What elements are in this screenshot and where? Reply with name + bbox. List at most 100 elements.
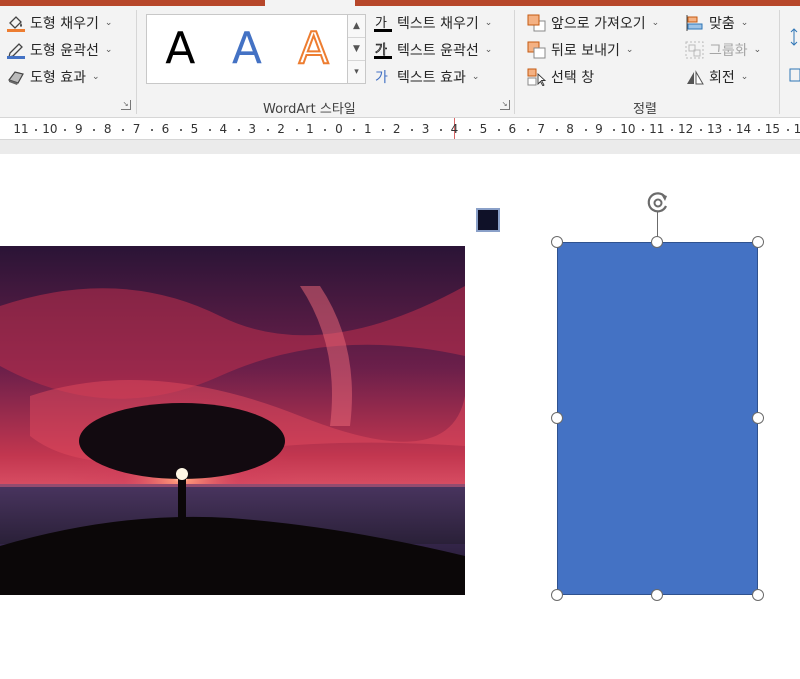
ruler-tick-mark xyxy=(526,129,529,131)
align-icon xyxy=(685,14,705,32)
shape-outline-button[interactable]: 도형 윤곽선 ⌄ xyxy=(6,39,112,61)
size-height-icon[interactable] xyxy=(788,26,800,48)
resize-handle-bottom-left[interactable] xyxy=(551,589,563,601)
shape-effects-icon xyxy=(6,68,26,86)
text-effects-icon: 가 xyxy=(373,68,393,86)
ruler-tick-mark xyxy=(93,129,96,131)
text-effects-label: 텍스트 효과 xyxy=(397,70,466,86)
rotate-icon xyxy=(685,68,705,86)
text-effects-button[interactable]: 가 텍스트 효과 ⌄ xyxy=(373,66,479,88)
selected-blue-rectangle[interactable] xyxy=(557,242,758,595)
shape-fill-button[interactable]: 도형 채우기 ⌄ xyxy=(6,12,112,34)
gallery-scroll-up-icon[interactable]: ▲ xyxy=(348,15,365,38)
chevron-down-icon: ⌄ xyxy=(651,18,660,28)
resize-handle-top-left[interactable] xyxy=(551,236,563,248)
resize-handle-top-right[interactable] xyxy=(752,236,764,248)
text-fill-button[interactable]: 가 텍스트 채우기 ⌄ xyxy=(373,12,492,34)
ruler-tick-mark xyxy=(324,129,327,131)
gallery-scrollbar[interactable]: ▲ ▼ ▾ xyxy=(348,14,366,84)
align-button[interactable]: 맞춤 ⌄ xyxy=(685,12,748,34)
ruler-tick-label: 10 xyxy=(42,122,58,136)
slide-canvas[interactable] xyxy=(0,154,800,679)
ruler-tick-mark xyxy=(555,129,558,131)
ruler-tick-label: 16 xyxy=(794,122,800,136)
selection-pane-button[interactable]: 선택 창 xyxy=(527,66,594,88)
rotate-button[interactable]: 회전 ⌄ xyxy=(685,66,748,88)
resize-handle-top[interactable] xyxy=(651,236,663,248)
ruler-tick-mark xyxy=(440,129,443,131)
ruler-tick-mark xyxy=(295,129,298,131)
ruler-tick-label: 15 xyxy=(764,122,781,136)
ruler-tick-label: 3 xyxy=(248,122,257,136)
chevron-down-icon: ⌄ xyxy=(484,18,493,28)
wordart-style-gallery[interactable]: A A A xyxy=(146,14,348,84)
wordart-preset-black[interactable]: A xyxy=(165,27,195,71)
resize-handle-bottom-right[interactable] xyxy=(752,589,764,601)
chevron-down-icon: ⌄ xyxy=(91,72,100,82)
rotate-label: 회전 xyxy=(709,70,735,86)
ruler-tick-mark xyxy=(151,129,154,131)
ruler-tick-label: 4 xyxy=(219,122,228,136)
svg-text:가: 가 xyxy=(375,70,388,86)
ruler-tick-mark xyxy=(729,129,732,131)
text-fill-label: 텍스트 채우기 xyxy=(397,16,479,32)
resize-handle-bottom[interactable] xyxy=(651,589,663,601)
ruler-tick-mark xyxy=(411,129,414,131)
selection-pane-label: 선택 창 xyxy=(551,70,595,86)
send-backward-button[interactable]: 뒤로 보내기 ⌄ xyxy=(527,39,633,61)
align-label: 맞춤 xyxy=(709,16,735,32)
slide-area-border xyxy=(0,140,800,154)
ruler-tick-label: 0 xyxy=(335,122,343,136)
ruler-tick-label: 10 xyxy=(620,122,636,136)
bring-forward-label: 앞으로 가져오기 xyxy=(551,16,646,32)
wordart-preset-orange-outline[interactable]: A xyxy=(298,26,330,72)
wordart-preset-blue[interactable]: A xyxy=(232,27,262,71)
group-label: 그룹화 xyxy=(709,43,748,59)
ruler-tick-mark xyxy=(584,129,587,131)
ruler-tick-label: 11 xyxy=(649,122,665,136)
ribbon: 도형 채우기 ⌄ 도형 윤곽선 ⌄ 도형 효과 ⌄ ↘ A A A ▲ ▼ ▾ … xyxy=(0,6,800,118)
paint-bucket-icon xyxy=(6,14,26,32)
ruler-tick-label: 8 xyxy=(103,122,112,136)
shape-effects-button[interactable]: 도형 효과 ⌄ xyxy=(6,66,100,88)
shape-fill-label: 도형 채우기 xyxy=(30,16,99,32)
ruler-tick-mark xyxy=(266,129,269,131)
ruler-tick-mark xyxy=(468,129,471,131)
chevron-down-icon: ⌄ xyxy=(753,45,762,55)
ruler-tick-label: 12 xyxy=(678,122,694,136)
text-outline-button[interactable]: 가 텍스트 윤곽선 ⌄ xyxy=(373,39,492,61)
wordart-dialog-launcher[interactable]: ↘ xyxy=(500,100,510,110)
ruler-tick-mark xyxy=(671,129,674,131)
shape-effects-label: 도형 효과 xyxy=(30,70,86,86)
gallery-scroll-down-icon[interactable]: ▼ xyxy=(348,38,365,61)
ruler-tick-mark xyxy=(642,129,645,131)
group-separator xyxy=(514,10,515,114)
shape-outline-label: 도형 윤곽선 xyxy=(30,43,99,59)
small-dark-square-shape[interactable] xyxy=(476,208,500,232)
resize-handle-right[interactable] xyxy=(752,412,764,424)
resize-handle-left[interactable] xyxy=(551,412,563,424)
rotate-handle-icon[interactable] xyxy=(643,188,673,218)
gallery-more-icon[interactable]: ▾ xyxy=(348,61,365,84)
group-separator xyxy=(136,10,137,114)
size-width-icon[interactable] xyxy=(788,64,800,86)
bring-forward-button[interactable]: 앞으로 가져오기 ⌄ xyxy=(527,12,659,34)
chevron-down-icon: ⌄ xyxy=(740,72,749,82)
sunset-tree-photo[interactable] xyxy=(0,246,465,595)
text-outline-label: 텍스트 윤곽선 xyxy=(397,43,479,59)
ruler-tick-mark xyxy=(122,129,125,131)
ruler-tick-mark xyxy=(35,129,38,131)
ruler-tick-label: 8 xyxy=(566,122,574,136)
ruler-tick-label: 3 xyxy=(421,122,430,136)
group-button[interactable]: 그룹화 ⌄ xyxy=(685,39,761,61)
ruler-tick-label: 5 xyxy=(190,122,199,136)
ruler-tick-label: 7 xyxy=(537,122,546,136)
ruler-tick-label: 7 xyxy=(132,122,141,136)
ruler-tick-mark xyxy=(179,129,182,131)
chevron-down-icon: ⌄ xyxy=(484,45,493,55)
horizontal-ruler[interactable]: 1110987654321012345678910111213141516 xyxy=(0,118,800,140)
ruler-tick-label: 14 xyxy=(735,122,752,136)
selection-pane-icon xyxy=(527,68,547,87)
shape-styles-dialog-launcher[interactable]: ↘ xyxy=(121,100,131,110)
ruler-tick-label: 6 xyxy=(508,122,517,136)
